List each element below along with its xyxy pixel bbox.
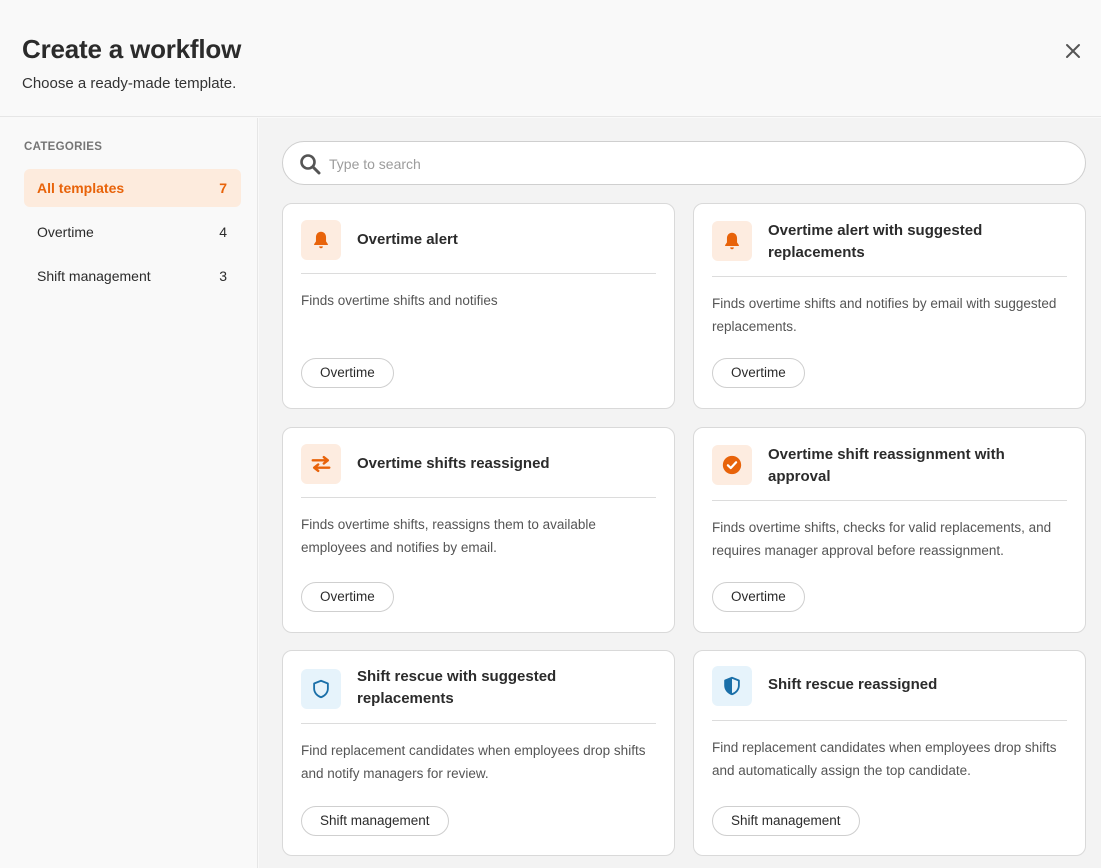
card-title: Shift rescue reassigned bbox=[768, 676, 938, 693]
card-description: Finds overtime shifts and notifies bbox=[301, 293, 498, 308]
card-description: Find replacement candidates when employe… bbox=[301, 743, 646, 781]
template-card-overtime-shifts-reassigned[interactable]: Overtime shifts reassigned Finds overtim… bbox=[282, 427, 675, 633]
sidebar-item-label: Overtime bbox=[37, 224, 94, 240]
search-bar bbox=[282, 141, 1086, 185]
card-divider bbox=[301, 497, 656, 498]
template-card-overtime-reassignment-approval[interactable]: Overtime shift reassignment with approva… bbox=[693, 427, 1086, 633]
card-tag[interactable]: Overtime bbox=[301, 358, 394, 388]
card-divider bbox=[712, 500, 1067, 501]
card-divider bbox=[301, 723, 656, 724]
dialog-header: Create a workflow Choose a ready-made te… bbox=[0, 0, 1101, 117]
card-divider bbox=[712, 720, 1067, 721]
sidebar-item-label: All templates bbox=[37, 180, 125, 196]
card-tag[interactable]: Shift management bbox=[712, 806, 860, 836]
card-description: Find replacement candidates when employe… bbox=[712, 740, 1057, 778]
card-tag[interactable]: Overtime bbox=[712, 582, 805, 612]
card-tag[interactable]: Shift management bbox=[301, 806, 449, 836]
swap-arrows-icon bbox=[311, 455, 331, 473]
categories-heading: CATEGORIES bbox=[24, 141, 103, 153]
sidebar-item-count: 3 bbox=[219, 268, 227, 284]
sidebar-item-all-templates[interactable]: All templates 7 bbox=[24, 169, 241, 207]
card-tag[interactable]: Overtime bbox=[301, 582, 394, 612]
sidebar-item-label: Shift management bbox=[37, 268, 151, 284]
bell-icon bbox=[314, 231, 328, 249]
sidebar-item-count: 7 bbox=[219, 180, 227, 196]
card-title: Overtime alert bbox=[357, 231, 458, 248]
templates-panel: Overtime alert Finds overtime shifts and… bbox=[259, 118, 1101, 868]
shield-half-icon bbox=[724, 676, 740, 696]
card-tag[interactable]: Overtime bbox=[712, 358, 805, 388]
categories-sidebar: CATEGORIES All templates 7 Overtime 4 Sh… bbox=[0, 118, 258, 868]
card-icon-container bbox=[301, 669, 341, 709]
card-title: Shift rescue with suggested replacements bbox=[357, 668, 557, 707]
card-icon-container bbox=[712, 666, 752, 706]
page-title: Create a workflow bbox=[22, 34, 242, 64]
template-card-shift-rescue-suggested[interactable]: Shift rescue with suggested replacements… bbox=[282, 650, 675, 856]
card-description: Finds overtime shifts and notifies by em… bbox=[712, 296, 1057, 334]
card-icon-container bbox=[301, 220, 341, 260]
card-title: Overtime shifts reassigned bbox=[357, 455, 550, 472]
close-button[interactable] bbox=[1062, 40, 1084, 62]
card-icon-container bbox=[301, 444, 341, 484]
card-description: Finds overtime shifts, reassigns them to… bbox=[301, 517, 596, 555]
page-subtitle: Choose a ready-made template. bbox=[22, 75, 237, 92]
template-card-overtime-alert-suggested[interactable]: Overtime alert with suggested replacemen… bbox=[693, 203, 1086, 409]
card-title: Overtime alert with suggested replacemen… bbox=[768, 222, 983, 261]
shield-outline-icon bbox=[313, 679, 329, 699]
search-input[interactable] bbox=[329, 152, 1049, 176]
card-divider bbox=[301, 273, 656, 274]
sidebar-item-count: 4 bbox=[219, 224, 227, 240]
card-description: Finds overtime shifts, checks for valid … bbox=[712, 520, 1052, 558]
card-icon-container bbox=[712, 221, 752, 261]
check-circle-icon bbox=[722, 455, 742, 475]
template-card-shift-rescue-reassigned[interactable]: Shift rescue reassigned Find replacement… bbox=[693, 650, 1086, 856]
card-title: Overtime shift reassignment with approva… bbox=[768, 446, 1005, 485]
template-card-overtime-alert[interactable]: Overtime alert Finds overtime shifts and… bbox=[282, 203, 675, 409]
search-icon bbox=[300, 154, 321, 175]
bell-icon bbox=[725, 232, 739, 250]
sidebar-item-shift-management[interactable]: Shift management 3 bbox=[24, 257, 241, 295]
close-icon bbox=[1066, 44, 1080, 58]
card-icon-container bbox=[712, 445, 752, 485]
sidebar-item-overtime[interactable]: Overtime 4 bbox=[24, 213, 241, 251]
card-divider bbox=[712, 276, 1067, 277]
